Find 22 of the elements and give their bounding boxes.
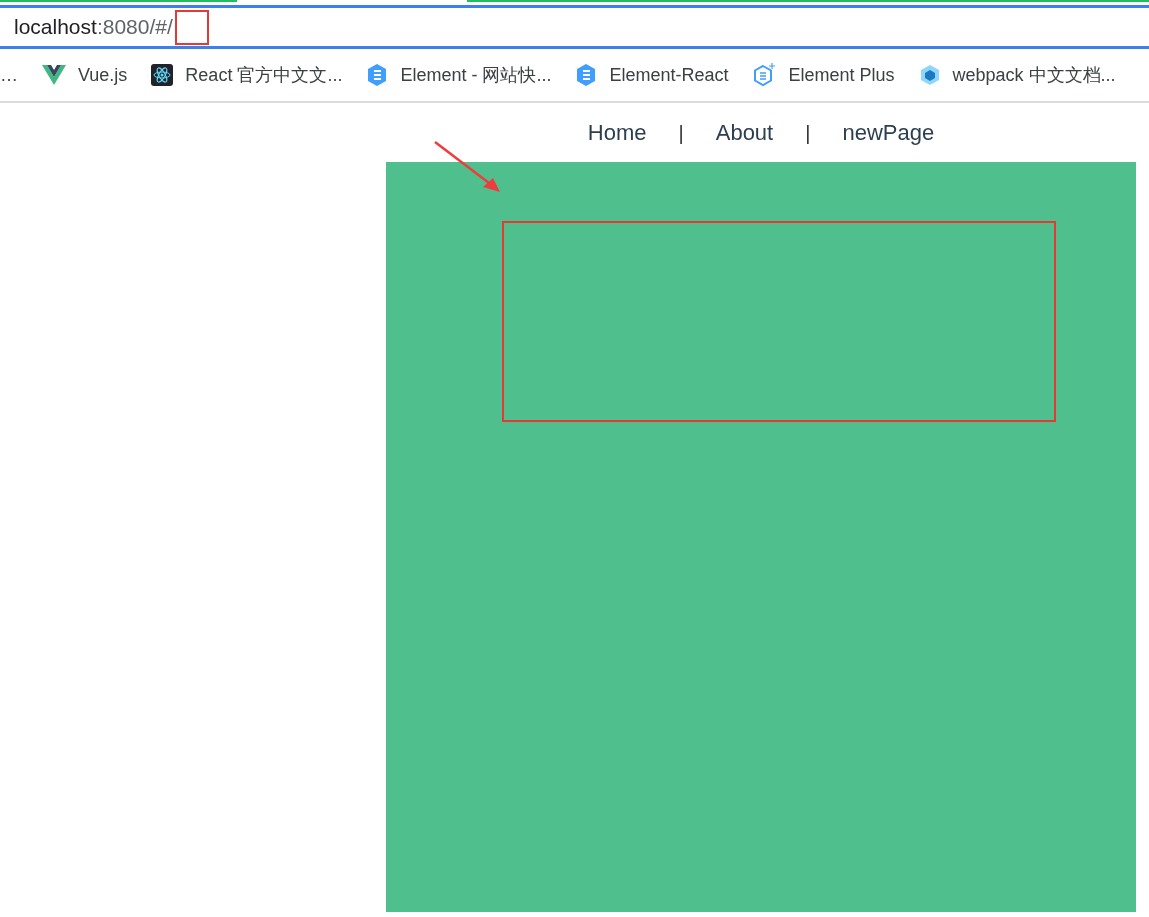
- bookmark[interactable]: Element - 网站快...: [366, 61, 552, 89]
- nav-link[interactable]: Home: [587, 116, 647, 149]
- bookmark[interactable]: React 官方中文文...: [151, 61, 343, 89]
- address-bar[interactable]: localhost:8080/#/: [0, 5, 1149, 49]
- bookmark[interactable]: Element Plus: [752, 61, 895, 89]
- arrow-annotation: [433, 140, 503, 195]
- hexagon-logo-icon: [752, 63, 777, 87]
- hexagon-logo-icon: [366, 63, 389, 87]
- url-text: localhost:8080/#/: [14, 14, 173, 41]
- nav-link[interactable]: newPage: [842, 116, 935, 149]
- bookmark[interactable]: Element-React: [575, 61, 729, 89]
- cube-icon: [918, 64, 941, 86]
- bookmark[interactable]: Vue.js: [42, 61, 128, 89]
- atom-icon: [151, 64, 174, 86]
- bookmark[interactable]: …: [0, 61, 18, 89]
- nav-separator: |: [678, 120, 684, 146]
- highlight-rectangle: [175, 10, 209, 45]
- bookmark[interactable]: webpack 中文文档...: [918, 61, 1116, 89]
- hexagon-logo-icon: [575, 63, 598, 87]
- nav-link[interactable]: About: [715, 116, 774, 149]
- nav-separator: |: [805, 120, 811, 146]
- v-logo-icon: [42, 65, 66, 85]
